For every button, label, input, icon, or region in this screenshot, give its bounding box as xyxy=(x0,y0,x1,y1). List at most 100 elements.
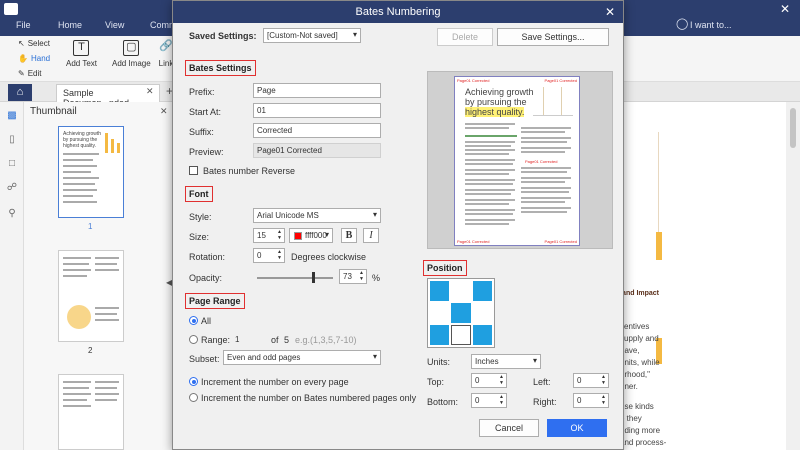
units-label: Units: xyxy=(427,357,451,367)
right-stepper[interactable]: 0 ▲ ▼ xyxy=(573,393,609,408)
font-size-stepper[interactable]: 15 ▲ ▼ xyxy=(253,228,285,243)
attachment-icon[interactable]: ☍ xyxy=(6,182,18,194)
document-text: units, while xyxy=(620,358,660,367)
hand-tool[interactable]: ✋ Hand xyxy=(18,54,50,63)
increment-every-label: Increment the number on every page xyxy=(201,377,349,387)
bottom-stepper[interactable]: 0 ▲ ▼ xyxy=(471,393,507,408)
menu-tab-home[interactable]: Home xyxy=(58,20,82,30)
home-tab[interactable]: ⌂ xyxy=(8,84,32,101)
spin-arrows-icon[interactable]: ▲ ▼ xyxy=(601,374,606,386)
close-panel-icon[interactable]: ✕ xyxy=(160,106,168,117)
document-tab[interactable]: Sample Documen...nded xyxy=(56,84,160,108)
preview-heading-line: by pursuing the xyxy=(465,97,527,107)
ok-button[interactable]: OK xyxy=(547,419,607,437)
preview-stamp-top-left: Page01 Corrected xyxy=(457,78,490,83)
thumbnail-icon[interactable]: ▩ xyxy=(6,110,18,122)
italic-button[interactable]: I xyxy=(363,228,379,243)
add-image-button[interactable]: ▢ Add Image xyxy=(112,40,151,68)
close-window-icon[interactable]: ✕ xyxy=(780,2,790,16)
bates-numbering-dialog: Bates Numbering ✕ Saved Settings: [Custo… xyxy=(172,0,624,450)
document-scrollbar[interactable] xyxy=(786,102,800,450)
spin-arrows-icon[interactable]: ▲ ▼ xyxy=(499,374,504,386)
opacity-stepper[interactable]: 73 ▲ ▼ xyxy=(339,269,367,284)
cancel-button[interactable]: Cancel xyxy=(479,419,539,437)
spin-arrows-icon[interactable]: ▲ ▼ xyxy=(277,249,282,261)
range-all-label: All xyxy=(201,316,212,326)
lightbulb-icon: ◯ xyxy=(676,18,689,30)
saved-settings-select[interactable]: [Custom-Not saved] xyxy=(263,28,361,43)
font-style-select[interactable]: Arial Unicode MS xyxy=(253,208,381,223)
delete-button[interactable]: Delete xyxy=(437,28,493,46)
rotation-unit: Degrees clockwise xyxy=(291,252,367,262)
select-tool[interactable]: ↖ Select xyxy=(18,39,50,48)
opacity-unit: % xyxy=(372,273,381,283)
start-at-input[interactable]: 01 xyxy=(253,103,381,118)
position-grid xyxy=(427,278,495,348)
increment-bates-label: Increment the number on Bates numbered p… xyxy=(201,393,417,403)
menu-tab-file[interactable]: File xyxy=(16,20,31,30)
preview-stamp-bottom-right: Page01 Corrected xyxy=(544,239,577,244)
edit-tool[interactable]: ✎ Edit xyxy=(18,69,42,78)
help-search[interactable]: I want to... xyxy=(690,20,732,30)
preview-heading-line: Achieving growth xyxy=(465,87,534,97)
document-text: urhood," xyxy=(620,370,650,379)
bold-button[interactable]: B xyxy=(341,228,357,243)
position-cell[interactable] xyxy=(451,281,471,301)
preview-page: Page01 Corrected Page01 Corrected Achiev… xyxy=(454,76,580,246)
preview-stamp-middle: Page01 Corrected xyxy=(525,159,558,164)
rotation-stepper[interactable]: 0 ▲ ▼ xyxy=(253,248,285,263)
bates-settings-header: Bates Settings xyxy=(185,60,256,76)
subset-select[interactable]: Even and odd pages xyxy=(223,350,381,365)
spin-arrows-icon[interactable]: ▲ ▼ xyxy=(277,229,282,241)
bookmark-icon[interactable]: ▯ xyxy=(6,134,18,146)
close-dialog-icon[interactable]: ✕ xyxy=(605,1,615,23)
range-custom-radio[interactable] xyxy=(189,335,198,344)
opacity-slider[interactable] xyxy=(257,277,333,279)
spin-arrows-icon[interactable]: ▲ ▼ xyxy=(499,394,504,406)
save-settings-button[interactable]: Save Settings... xyxy=(497,28,609,46)
range-label: Range: xyxy=(201,335,231,345)
position-cell[interactable] xyxy=(430,325,450,345)
position-cell[interactable] xyxy=(430,281,450,301)
range-total: 5 xyxy=(284,335,290,345)
preview-stamp-top-right: Page01 Corrected xyxy=(544,78,577,83)
position-cell[interactable] xyxy=(451,303,471,323)
left-stepper[interactable]: 0 ▲ ▼ xyxy=(573,373,609,388)
prefix-input[interactable]: Page xyxy=(253,83,381,98)
spin-arrows-icon[interactable]: ▲ ▼ xyxy=(601,394,606,406)
text-icon: T xyxy=(73,40,90,56)
opacity-slider-thumb[interactable] xyxy=(312,272,316,283)
range-from-input[interactable]: 1 xyxy=(231,332,265,347)
search-icon[interactable]: ⚲ xyxy=(6,208,18,220)
position-cell[interactable] xyxy=(472,281,492,301)
increment-bates-radio[interactable] xyxy=(189,393,198,402)
scrollbar-thumb[interactable] xyxy=(790,108,796,148)
range-all-radio[interactable] xyxy=(189,316,198,325)
thumbnail-page-3[interactable] xyxy=(58,374,124,450)
font-color-select[interactable]: ffff000 xyxy=(289,228,333,243)
top-stepper[interactable]: 0 ▲ ▼ xyxy=(471,373,507,388)
top-label: Top: xyxy=(427,377,445,387)
preview-value: Page01 Corrected xyxy=(253,143,381,158)
close-tab-icon[interactable]: ✕ xyxy=(146,86,154,97)
comment-icon[interactable]: □ xyxy=(6,158,18,170)
thumbnail-page-number: 1 xyxy=(88,222,93,231)
position-cell[interactable] xyxy=(430,303,450,323)
position-cell[interactable] xyxy=(451,325,471,345)
prefix-label: Prefix: xyxy=(189,87,215,97)
menu-tab-view[interactable]: View xyxy=(105,20,124,30)
thumbnail-page-2[interactable] xyxy=(58,250,124,342)
increment-every-radio[interactable] xyxy=(189,377,198,386)
size-label: Size: xyxy=(189,232,210,242)
position-cell[interactable] xyxy=(472,303,492,323)
spin-arrows-icon[interactable]: ▲ ▼ xyxy=(359,270,364,282)
side-rail: ▩ ▯ □ ☍ ⚲ xyxy=(0,102,24,450)
document-text: centives xyxy=(620,322,650,331)
thumbnail-page-1[interactable]: Achieving growth by pursuing the highest… xyxy=(58,126,124,218)
image-icon: ▢ xyxy=(123,40,140,56)
reverse-checkbox[interactable] xyxy=(189,166,198,175)
position-cell[interactable] xyxy=(472,325,492,345)
add-text-button[interactable]: T Add Text xyxy=(66,40,97,68)
suffix-input[interactable]: Corrected xyxy=(253,123,381,138)
units-select[interactable]: Inches xyxy=(471,354,541,369)
